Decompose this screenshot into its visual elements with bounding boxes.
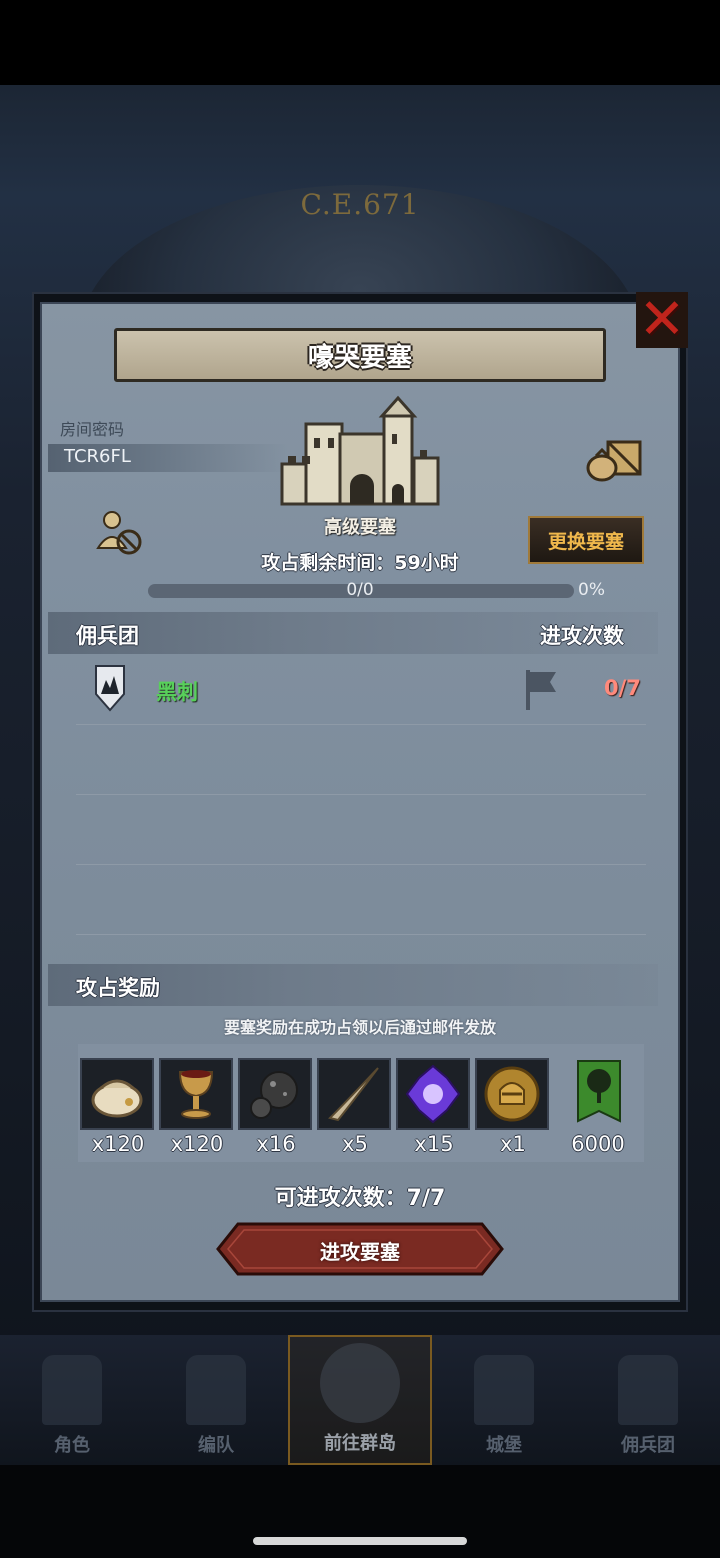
reward-slot-helmet-medal[interactable] <box>475 1058 549 1130</box>
island-map-icon <box>320 1343 400 1423</box>
reward-slot-pouch[interactable] <box>80 1058 154 1130</box>
dialog-title: 嚎哭要塞 <box>307 342 412 373</box>
reward-qty: x15 <box>414 1132 454 1156</box>
reward-qty: x5 <box>342 1132 368 1156</box>
change-fortress-button[interactable]: 更换要塞 <box>528 516 644 564</box>
fortress-castle-icon <box>280 395 440 506</box>
reward-qty: x120 <box>170 1132 224 1156</box>
room-code-value[interactable]: TCR6FL <box>64 446 131 467</box>
era-label: C.E.671 <box>300 188 420 221</box>
reward-slot-banner[interactable] <box>562 1058 636 1130</box>
attack-count-column-header: 进攻次数 <box>540 624 624 648</box>
remaining-time: 攻占剩余时间：59小时 <box>261 552 459 574</box>
title-banner: 嚎哭要塞 <box>114 328 606 382</box>
nav-label: 前往群岛 <box>324 1433 396 1454</box>
empty-row <box>76 866 646 935</box>
close-button[interactable]: ✕ <box>636 292 688 348</box>
knight-icon <box>42 1355 102 1425</box>
change-fortress-label: 更换要塞 <box>547 530 624 553</box>
reward-slot-goblet[interactable] <box>159 1058 233 1130</box>
mercenary-column-header: 佣兵团 <box>76 624 139 648</box>
reward-slot-ore[interactable] <box>238 1058 312 1130</box>
helmet-icon <box>186 1355 246 1425</box>
reward-qty: 6000 <box>571 1132 625 1156</box>
nav-item-role[interactable]: 角色 <box>0 1335 144 1465</box>
empty-row <box>76 796 646 865</box>
nav-item-mercenary[interactable]: 佣兵团 <box>576 1335 720 1465</box>
tree-banner-icon <box>577 1060 621 1123</box>
nav-label: 城堡 <box>486 1435 522 1456</box>
nav-label: 编队 <box>198 1435 234 1456</box>
reward-qty: x16 <box>256 1132 296 1156</box>
horn-icon <box>328 1067 379 1122</box>
reward-qty: x120 <box>91 1132 145 1156</box>
attack-fortress-label: 进攻要塞 <box>320 1240 400 1264</box>
empty-row <box>76 726 646 795</box>
progress-text: 0/0 <box>346 580 374 600</box>
goblet-icon <box>178 1070 214 1119</box>
flag-icon <box>526 670 556 710</box>
nav-label: 佣兵团 <box>621 1435 675 1456</box>
mercenary-name: 黑刺 <box>156 680 198 704</box>
nav-item-castle[interactable]: 城堡 <box>432 1335 576 1465</box>
status-bar-area <box>0 0 720 85</box>
castle-icon <box>474 1355 534 1425</box>
home-indicator[interactable] <box>253 1537 467 1545</box>
close-icon: ✕ <box>638 287 686 352</box>
pouch-icon <box>91 1079 143 1118</box>
nav-item-team[interactable]: 编队 <box>144 1335 288 1465</box>
reward-slot-horn[interactable] <box>317 1058 391 1130</box>
fortress-level: 高级要塞 <box>324 517 396 538</box>
attacks-left: 可进攻次数：7/7 <box>274 1186 446 1211</box>
bag-crate-icon[interactable] <box>584 434 644 482</box>
ore-icon <box>250 1071 298 1119</box>
nav-item-islands[interactable]: 前往群岛 <box>288 1335 432 1465</box>
mercenary-shield-icon <box>95 665 125 712</box>
no-entry-person-icon[interactable] <box>96 508 144 556</box>
progress-percent: 0% <box>578 580 605 600</box>
mercenary-attack-count: 0/7 <box>604 676 641 700</box>
reward-qty: x1 <box>500 1132 526 1156</box>
reward-note: 要塞奖励在成功占领以后通过邮件发放 <box>223 1018 496 1037</box>
purple-crystal-icon <box>405 1064 461 1124</box>
room-code-label: 房间密码 <box>60 420 125 439</box>
reward-slot-crystal[interactable] <box>396 1058 470 1130</box>
helmet-medal-icon <box>484 1066 540 1122</box>
nav-label: 角色 <box>54 1435 90 1456</box>
reward-title: 攻占奖励 <box>76 976 160 1000</box>
mercenary-icon <box>618 1355 678 1425</box>
